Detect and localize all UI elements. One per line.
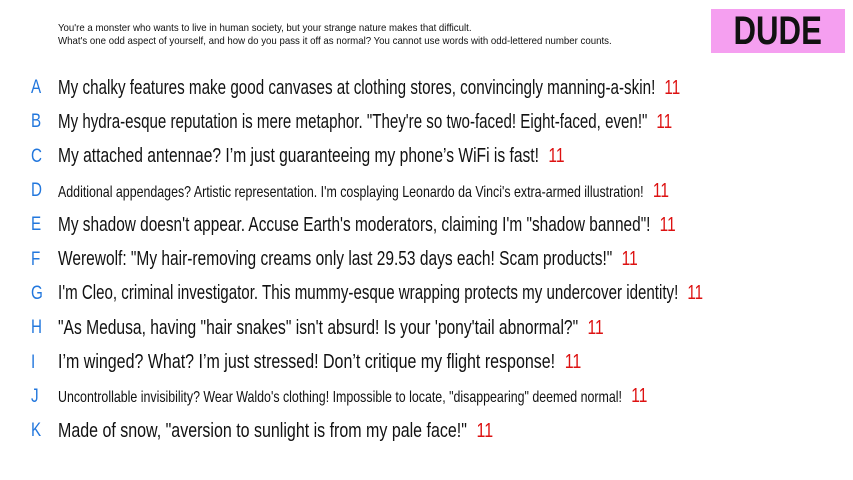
answer-row-j[interactable]: J Uncontrollable invisibility? Wear Wald…: [0, 380, 853, 414]
letter-count: 11: [631, 385, 648, 408]
player-badge: DUDE: [711, 9, 845, 53]
answer-letter: C: [31, 145, 42, 167]
answer-letter: G: [31, 282, 43, 304]
letter-count: 11: [476, 419, 494, 442]
prompt-line-1: You're a monster who wants to live in hu…: [58, 22, 472, 34]
answer-row-c[interactable]: C My attached antennae? I’m just guarant…: [0, 140, 853, 174]
player-name: DUDE: [733, 8, 823, 53]
answer-text: I’m winged? What? I’m just stressed! Don…: [58, 351, 556, 374]
answer-letter: D: [31, 180, 42, 202]
prompt-line-2: What's one odd aspect of yourself, and h…: [58, 35, 612, 47]
answer-letter: H: [31, 317, 42, 339]
answer-row-e[interactable]: E My shadow doesn't appear. Accuse Earth…: [0, 208, 853, 242]
answer-letter: E: [31, 214, 42, 236]
answer-text: My chalky features make good canvases at…: [58, 76, 656, 99]
letter-count: 11: [564, 351, 582, 374]
answer-letter: J: [31, 385, 39, 407]
answer-row-f[interactable]: F Werewolf: "My hair-removing creams onl…: [0, 242, 853, 276]
answer-text: Additional appendages? Artistic represen…: [58, 183, 644, 201]
answer-letter: K: [31, 420, 42, 442]
answer-row-i[interactable]: I I’m winged? What? I’m just stressed! D…: [0, 345, 853, 379]
letter-count: 11: [621, 248, 638, 271]
letter-count: 11: [664, 76, 681, 99]
answer-text: I'm Cleo, criminal investigator. This mu…: [58, 282, 679, 305]
answer-text: Made of snow, "aversion to sunlight is f…: [58, 419, 467, 442]
answer-row-g[interactable]: G I'm Cleo, criminal investigator. This …: [0, 277, 853, 311]
letter-count: 11: [548, 145, 565, 168]
letter-count: 11: [687, 282, 704, 305]
letter-count: 11: [587, 316, 604, 339]
letter-count: 11: [652, 179, 669, 202]
prompt-text: You're a monster who wants to live in hu…: [58, 22, 647, 48]
answer-text: "As Medusa, having "hair snakes" isn't a…: [58, 316, 579, 339]
answer-row-b[interactable]: B My hydra-esque reputation is mere meta…: [0, 105, 853, 139]
answer-text: My attached antennae? I’m just guarantee…: [58, 145, 539, 168]
answer-list: A My chalky features make good canvases …: [0, 71, 853, 448]
answer-row-d[interactable]: D Additional appendages? Artistic repres…: [0, 174, 853, 208]
answer-letter: B: [31, 111, 42, 133]
answer-row-h[interactable]: H "As Medusa, having "hair snakes" isn't…: [0, 311, 853, 345]
answer-row-k[interactable]: K Made of snow, "aversion to sunlight is…: [0, 414, 853, 448]
answer-text: Uncontrollable invisibility? Wear Waldo'…: [58, 389, 622, 407]
answer-row-a[interactable]: A My chalky features make good canvases …: [0, 71, 853, 105]
answer-text: My shadow doesn't appear. Accuse Earth's…: [58, 213, 651, 236]
letter-count: 11: [656, 110, 673, 133]
answer-text: My hydra-esque reputation is mere metaph…: [58, 110, 648, 133]
letter-count: 11: [659, 213, 676, 236]
answer-letter: F: [31, 248, 41, 270]
answer-text: Werewolf: "My hair-removing creams only …: [58, 248, 613, 271]
answer-letter: I: [31, 351, 36, 373]
answer-letter: A: [31, 77, 42, 99]
